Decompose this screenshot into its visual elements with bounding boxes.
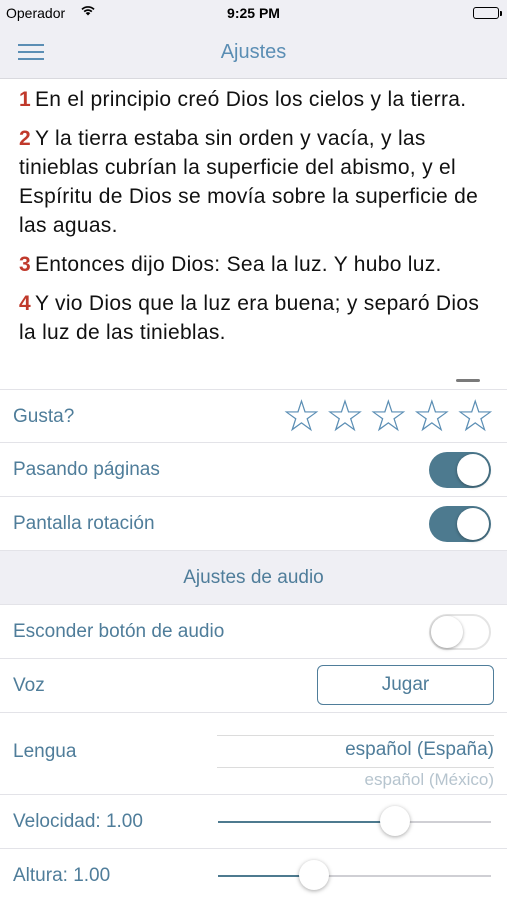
verse-text: Y vio Dios que la luz era buena; y separ…	[19, 292, 480, 344]
scroll-indicator[interactable]	[456, 379, 480, 382]
clock: 9:25 PM	[227, 5, 280, 21]
verse-2: 2Y la tierra estaba sin orden y vacía, y…	[19, 124, 491, 240]
voice-label: Voz	[13, 675, 45, 696]
screen-rotation-label: Pantalla rotación	[13, 513, 155, 534]
voice-row: Voz Jugar	[0, 659, 507, 713]
verse-1: 1 En el principio creó Dios los cielos y …	[19, 85, 491, 114]
battery-icon	[473, 7, 502, 19]
verse-3: 3 Entonces dijo Dios: Sea la luz. Y hubo …	[19, 250, 491, 279]
verse-text-preview[interactable]: 1 En el principio creó Dios los cielos y …	[0, 79, 507, 389]
speed-row: Velocidad: 1.00	[0, 795, 507, 849]
slider-thumb[interactable]	[298, 860, 329, 890]
verse-number: 2	[19, 127, 31, 150]
verse-number: 3	[19, 253, 31, 276]
speed-slider[interactable]	[218, 806, 491, 836]
page-turning-row: Pasando páginas	[0, 443, 507, 497]
page-turning-toggle[interactable]	[429, 452, 491, 488]
speed-label: Velocidad: 1.00	[13, 811, 143, 832]
pitch-row: Altura: 1.00	[0, 849, 507, 903]
language-picker[interactable]: español (España) español (México)	[217, 735, 494, 791]
screen-rotation-row: Pantalla rotación	[0, 497, 507, 551]
verse-number: 1	[19, 88, 31, 111]
hide-audio-button-toggle[interactable]	[429, 614, 491, 650]
language-selected-option[interactable]: español (España)	[345, 739, 494, 761]
star-outline-icon[interactable]: ☆	[412, 394, 451, 440]
language-next-option[interactable]: español (México)	[365, 770, 494, 790]
verse-text: En el principio creó Dios los cielos y l…	[34, 88, 467, 111]
rating-row: Gusta? ☆ ☆ ☆ ☆ ☆	[0, 389, 507, 443]
audio-section-header: Ajustes de audio	[0, 551, 507, 605]
language-label: Lengua	[13, 741, 77, 762]
status-bar: Operador 9:25 PM	[0, 0, 507, 26]
settings-list: Gusta? ☆ ☆ ☆ ☆ ☆ Pasando páginas Pantall…	[0, 389, 507, 903]
screen-rotation-toggle[interactable]	[429, 506, 491, 542]
play-button[interactable]: Jugar	[317, 665, 494, 705]
slider-thumb[interactable]	[380, 806, 411, 836]
verse-text: Y la tierra estaba sin orden y vacía, y …	[19, 127, 479, 237]
pitch-slider[interactable]	[218, 860, 491, 890]
rating-label: Gusta?	[13, 406, 75, 427]
star-outline-icon[interactable]: ☆	[369, 394, 408, 440]
star-rating[interactable]: ☆ ☆ ☆ ☆ ☆	[282, 394, 495, 440]
star-outline-icon[interactable]: ☆	[456, 394, 495, 440]
verse-4: 4Y vio Dios que la luz era buena; y sepa…	[19, 289, 491, 347]
verse-text: Entonces dijo Dios: Sea la luz. Y hubo l…	[34, 253, 442, 276]
hide-audio-button-label: Esconder botón de audio	[13, 621, 225, 642]
star-outline-icon[interactable]: ☆	[325, 394, 364, 440]
language-row: Lengua español (España) español (México)	[0, 713, 507, 795]
navigation-bar: Ajustes	[0, 26, 507, 79]
page-title: Ajustes	[220, 41, 287, 63]
verse-number: 4	[19, 292, 31, 315]
page-turning-label: Pasando páginas	[13, 459, 160, 480]
pitch-label: Altura: 1.00	[13, 865, 111, 886]
star-outline-icon[interactable]: ☆	[282, 394, 321, 440]
hide-audio-button-row: Esconder botón de audio	[0, 605, 507, 659]
